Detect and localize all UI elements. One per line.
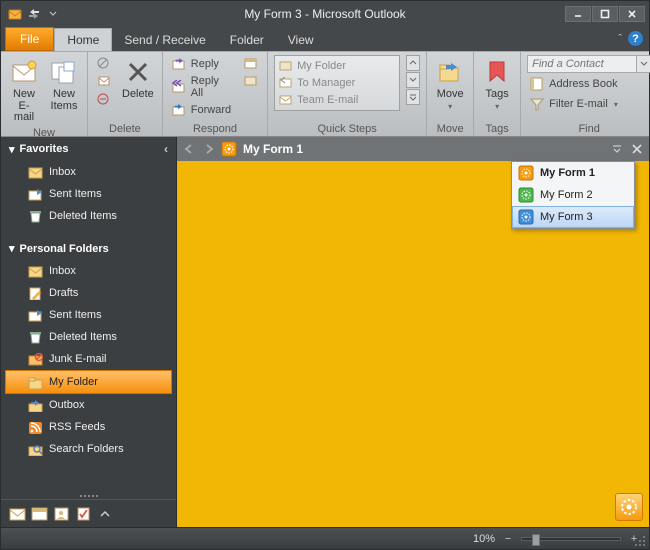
nav-back-icon[interactable] <box>181 141 197 157</box>
calendar-module-icon[interactable] <box>29 504 49 524</box>
nav-item-rss[interactable]: RSS Feeds <box>1 416 176 438</box>
quick-access-toolbar <box>1 6 61 22</box>
form-option-2[interactable]: My Form 2 <box>512 184 634 206</box>
chevron-down-icon: ▾ <box>9 242 15 255</box>
nav-module-buttons <box>1 499 176 527</box>
chevron-down-icon: ▾ <box>9 143 15 156</box>
help-icon[interactable]: ? <box>628 31 643 46</box>
tab-send-receive[interactable]: Send / Receive <box>112 29 217 51</box>
quick-steps-up-icon[interactable] <box>406 55 420 71</box>
collapse-nav-icon[interactable]: ‹ <box>164 142 168 156</box>
ribbon-group-find: Address Book Filter E-mail▾ Find <box>521 52 650 136</box>
ribbon-group-new: New E-mail New Items New <box>1 52 88 136</box>
minimize-button[interactable] <box>565 6 591 22</box>
ribbon-tabs: File Home Send / Receive Folder View ˆ ? <box>1 27 649 51</box>
form-icon <box>221 141 237 157</box>
quick-steps-gallery[interactable]: My Folder To Manager Team E-mail <box>274 55 400 111</box>
outlook-icon <box>7 6 23 22</box>
nav-item-outbox[interactable]: Outbox <box>1 394 176 416</box>
resize-grip-icon[interactable] <box>634 535 646 547</box>
quick-steps-more-icon[interactable] <box>406 89 420 105</box>
nav-item-inbox[interactable]: Inbox <box>1 260 176 282</box>
quick-steps-down-icon[interactable] <box>406 72 420 88</box>
nav-section-favorites[interactable]: ▾ Favorites ‹ <box>1 137 176 161</box>
tab-folder[interactable]: Folder <box>218 29 276 51</box>
nav-item-fav-inbox[interactable]: Inbox <box>1 161 176 183</box>
ribbon: New E-mail New Items New Delete <box>1 51 649 137</box>
form-settings-icon[interactable] <box>615 493 643 521</box>
nav-item-drafts[interactable]: Drafts <box>1 282 176 304</box>
ribbon-group-label: Tags <box>480 122 514 135</box>
reply-button[interactable]: Reply <box>169 55 233 73</box>
form-option-1[interactable]: My Form 1 <box>512 162 634 184</box>
new-items-button[interactable]: New Items <box>47 55 81 114</box>
window-controls <box>565 6 649 22</box>
status-bar: 10% − + <box>1 527 649 549</box>
form-switcher-dropdown: My Form 1 My Form 2 My Form 3 <box>511 161 635 229</box>
collapse-ribbon-icon[interactable]: ˆ <box>618 33 622 45</box>
tasks-module-icon[interactable] <box>73 504 93 524</box>
ribbon-group-tags: Tags▾ Tags <box>474 52 521 136</box>
filter-email-button[interactable]: Filter E-mail▾ <box>527 95 650 113</box>
close-button[interactable] <box>619 6 645 22</box>
ribbon-group-move: Move▾ Move <box>427 52 474 136</box>
ribbon-group-label: Respond <box>169 122 261 135</box>
form-title: My Form 1 <box>243 142 303 156</box>
nav-item-fav-deleted[interactable]: Deleted Items <box>1 205 176 227</box>
find-contact-dropdown-icon[interactable] <box>637 55 650 73</box>
qa-dropdown-icon[interactable] <box>45 6 61 22</box>
delete-button[interactable]: Delete <box>120 55 156 103</box>
nav-item-search-folders[interactable]: Search Folders <box>1 438 176 460</box>
contacts-module-icon[interactable] <box>51 504 71 524</box>
form-option-3[interactable]: My Form 3 <box>512 206 634 228</box>
reply-all-button[interactable]: Reply All <box>169 74 233 100</box>
maximize-button[interactable] <box>592 6 618 22</box>
nav-section-personal[interactable]: ▾ Personal Folders <box>1 237 176 260</box>
forward-button[interactable]: Forward <box>169 101 233 119</box>
nav-item-junk[interactable]: Junk E-mail <box>1 348 176 370</box>
nav-item-fav-sent[interactable]: Sent Items <box>1 183 176 205</box>
form-title-bar: My Form 1 <box>177 137 649 161</box>
tags-button[interactable]: Tags▾ <box>480 55 514 113</box>
window-title: My Form 3 - Microsoft Outlook <box>1 7 649 21</box>
form-panel: My Form 1 My Form 1 My For <box>177 137 649 527</box>
cleanup-icon[interactable] <box>94 73 114 89</box>
ribbon-group-label: Find <box>527 122 650 135</box>
zoom-out-button[interactable]: − <box>501 533 515 545</box>
tab-view[interactable]: View <box>276 29 326 51</box>
content-area: ▾ Favorites ‹ Inbox Sent Items Deleted I… <box>1 137 649 527</box>
new-email-button[interactable]: New E-mail <box>7 55 41 126</box>
ribbon-group-label: Move <box>433 122 467 135</box>
tab-file[interactable]: File <box>5 27 54 51</box>
nav-item-my-folder[interactable]: My Folder <box>5 370 172 394</box>
nav-forward-icon[interactable] <box>201 141 217 157</box>
ribbon-group-respond: Reply Reply All Forward Respond <box>163 52 268 136</box>
nav-item-sent[interactable]: Sent Items <box>1 304 176 326</box>
junk-icon[interactable] <box>94 91 114 107</box>
tab-home[interactable]: Home <box>54 28 112 51</box>
app-window: My Form 3 - Microsoft Outlook File Home … <box>0 0 650 550</box>
zoom-slider[interactable] <box>521 537 621 541</box>
ribbon-group-delete: Delete Delete <box>88 52 163 136</box>
send-receive-icon[interactable] <box>26 6 42 22</box>
form-dropdown-icon[interactable] <box>609 141 625 157</box>
ribbon-group-label: Delete <box>94 122 156 135</box>
navigation-pane: ▾ Favorites ‹ Inbox Sent Items Deleted I… <box>1 137 177 527</box>
zoom-label: 10% <box>473 533 495 545</box>
nav-item-deleted[interactable]: Deleted Items <box>1 326 176 348</box>
ribbon-group-quick-steps: My Folder To Manager Team E-mail Quick S… <box>268 52 427 136</box>
find-contact-input[interactable] <box>527 55 637 73</box>
ignore-icon[interactable] <box>94 55 114 71</box>
move-button[interactable]: Move▾ <box>433 55 467 113</box>
meeting-icon[interactable] <box>241 55 261 71</box>
nav-more-icon[interactable] <box>95 504 115 524</box>
mail-module-icon[interactable] <box>7 504 27 524</box>
ribbon-group-label: Quick Steps <box>274 122 420 135</box>
zoom-control: 10% − + <box>473 533 641 545</box>
form-close-icon[interactable] <box>629 141 645 157</box>
more-respond-icon[interactable] <box>241 73 261 89</box>
address-book-button[interactable]: Address Book <box>527 75 650 93</box>
title-bar: My Form 3 - Microsoft Outlook <box>1 1 649 27</box>
